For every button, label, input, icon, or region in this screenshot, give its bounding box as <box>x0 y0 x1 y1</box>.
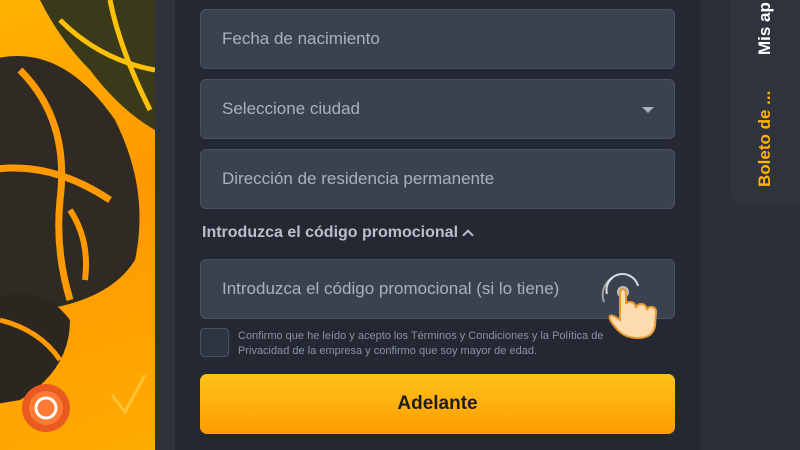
tap-hand-icon <box>601 273 658 340</box>
submit-button[interactable]: Adelante <box>200 374 675 434</box>
registration-form: Fecha de nacimiento Seleccione ciudad Di… <box>175 0 700 450</box>
promo-art <box>0 0 155 450</box>
chevron-up-icon <box>462 229 474 241</box>
promo-placeholder: Introduzca el código promocional (si lo … <box>222 279 560 298</box>
address-placeholder: Dirección de residencia permanente <box>222 169 495 188</box>
promo-toggle-label: Introduzca el código promocional <box>202 224 459 241</box>
consent-checkbox[interactable] <box>200 328 229 357</box>
city-placeholder: Seleccione ciudad <box>222 99 360 118</box>
gutter <box>155 0 175 450</box>
consent-text: Confirmo que he leído y acepto los Térmi… <box>238 330 604 357</box>
basketball-art <box>0 0 155 432</box>
rail-tab-my-bets[interactable]: Mis ap <box>755 0 775 55</box>
submit-label: Adelante <box>397 393 478 414</box>
birthdate-placeholder: Fecha de nacimiento <box>222 29 380 48</box>
promo-code-toggle[interactable]: Introduzca el código promocional <box>202 224 474 242</box>
address-field[interactable]: Dirección de residencia permanente <box>200 149 675 209</box>
rail-tab-betslip[interactable]: Boleto de ... <box>755 82 775 187</box>
city-select[interactable]: Seleccione ciudad <box>200 79 675 139</box>
coin-icon <box>22 384 70 432</box>
chevron-down-icon <box>642 107 654 113</box>
birthdate-field[interactable]: Fecha de nacimiento <box>200 9 675 69</box>
